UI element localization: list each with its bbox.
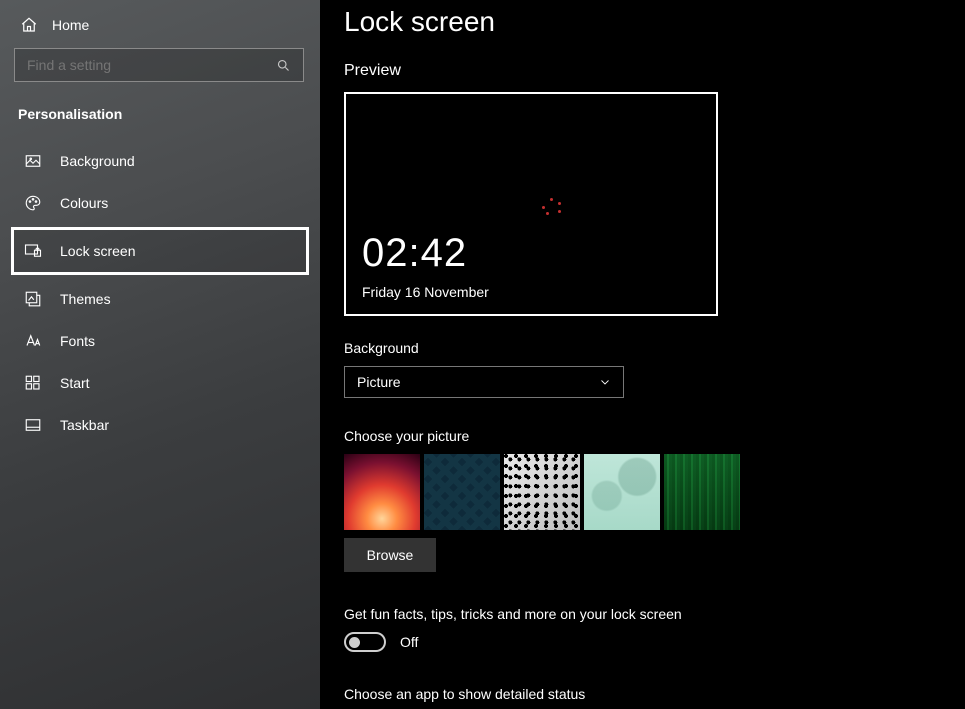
- browse-button[interactable]: Browse: [344, 538, 436, 572]
- toggle-knob: [349, 637, 360, 648]
- nav-item-lock-screen[interactable]: Lock screen: [14, 230, 306, 272]
- detailed-status-label: Choose an app to show detailed status: [344, 686, 941, 702]
- nav-item-fonts[interactable]: Fonts: [14, 320, 306, 362]
- loading-spinner-icon: [540, 198, 564, 222]
- nav-item-label: Fonts: [60, 333, 95, 349]
- themes-icon: [24, 290, 42, 308]
- fun-facts-label: Get fun facts, tips, tricks and more on …: [344, 606, 941, 622]
- home-button[interactable]: Home: [14, 12, 306, 48]
- search-icon: [276, 58, 291, 73]
- nav-item-themes[interactable]: Themes: [14, 278, 306, 320]
- picture-thumb-2[interactable]: [424, 454, 500, 530]
- section-title: Personalisation: [14, 102, 306, 140]
- lock-screen-icon: [24, 242, 42, 260]
- search-input[interactable]: [27, 57, 276, 73]
- nav-item-taskbar[interactable]: Taskbar: [14, 404, 306, 446]
- preview-date: Friday 16 November: [362, 284, 489, 300]
- background-select-value: Picture: [357, 374, 401, 390]
- chevron-down-icon: [599, 376, 611, 388]
- choose-picture-label: Choose your picture: [344, 428, 941, 444]
- sidebar: Home Personalisation Background Colours: [0, 0, 320, 709]
- home-label: Home: [52, 17, 89, 33]
- picture-thumb-3[interactable]: [504, 454, 580, 530]
- nav-item-background[interactable]: Background: [14, 140, 306, 182]
- picture-thumb-4[interactable]: [584, 454, 660, 530]
- picture-thumbnails: [344, 454, 941, 530]
- taskbar-icon: [24, 416, 42, 434]
- background-select[interactable]: Picture: [344, 366, 624, 398]
- search-box[interactable]: [14, 48, 304, 82]
- main-content: Lock screen Preview 02:42 Friday 16 Nove…: [320, 0, 965, 709]
- home-icon: [20, 16, 38, 34]
- picture-thumb-1[interactable]: [344, 454, 420, 530]
- nav-item-label: Lock screen: [60, 243, 135, 259]
- nav-item-label: Background: [60, 153, 135, 169]
- nav-item-start[interactable]: Start: [14, 362, 306, 404]
- picture-icon: [24, 152, 42, 170]
- page-title: Lock screen: [344, 0, 941, 56]
- preview-label: Preview: [344, 62, 941, 80]
- nav-item-label: Start: [60, 375, 90, 391]
- palette-icon: [24, 194, 42, 212]
- preview-time: 02:42: [362, 231, 467, 276]
- lock-screen-preview: 02:42 Friday 16 November: [344, 92, 718, 316]
- nav-item-label: Themes: [60, 291, 111, 307]
- fun-facts-state: Off: [400, 634, 418, 650]
- fun-facts-toggle[interactable]: [344, 632, 386, 652]
- fonts-icon: [24, 332, 42, 350]
- start-icon: [24, 374, 42, 392]
- picture-thumb-5[interactable]: [664, 454, 740, 530]
- nav-item-label: Colours: [60, 195, 108, 211]
- background-label: Background: [344, 340, 941, 356]
- nav-item-label: Taskbar: [60, 417, 109, 433]
- nav-item-colours[interactable]: Colours: [14, 182, 306, 224]
